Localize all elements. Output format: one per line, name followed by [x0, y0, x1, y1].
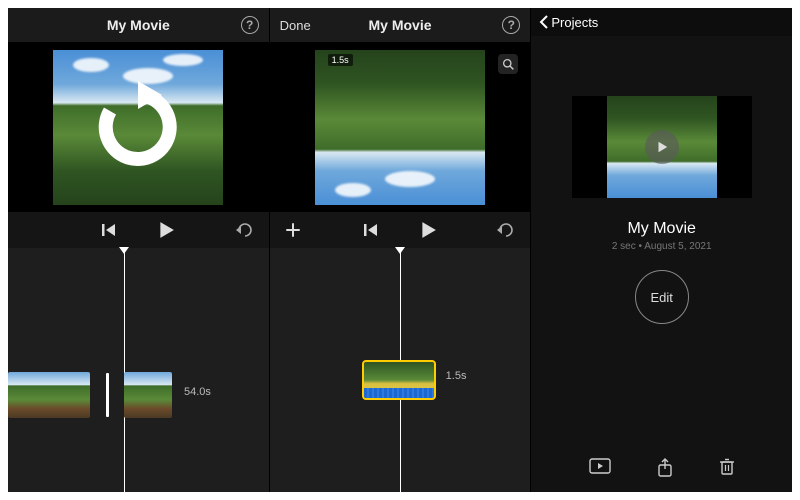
- clip-selected[interactable]: [364, 362, 434, 398]
- undo-icon[interactable]: [235, 222, 255, 238]
- preview-thumbnail: [53, 50, 223, 205]
- project-actions: [531, 458, 792, 478]
- trash-icon[interactable]: [719, 458, 735, 478]
- header: Done My Movie ?: [270, 8, 531, 42]
- preview-area[interactable]: [8, 42, 269, 212]
- done-button[interactable]: Done: [280, 18, 311, 33]
- transport-bar: [8, 212, 269, 248]
- preview-area[interactable]: 1.5s: [270, 42, 531, 212]
- undo-icon[interactable]: [496, 222, 516, 238]
- play-overlay-icon[interactable]: [645, 130, 679, 164]
- preview-duration-badge: 1.5s: [328, 54, 353, 66]
- playhead[interactable]: [124, 248, 125, 492]
- back-label: Projects: [551, 15, 598, 30]
- clip-duration-label: 1.5s: [446, 370, 467, 382]
- timeline[interactable]: 54.0s: [8, 248, 269, 492]
- panel-projects: Projects My Movie 2 sec • August 5, 2021…: [530, 8, 792, 492]
- play-icon[interactable]: [419, 221, 437, 239]
- skip-back-icon[interactable]: [363, 222, 379, 238]
- edit-button[interactable]: Edit: [635, 270, 689, 324]
- share-icon[interactable]: [657, 458, 673, 478]
- transport-bar: [270, 212, 531, 248]
- project-thumbnail[interactable]: [572, 96, 752, 198]
- help-icon[interactable]: ?: [502, 16, 520, 34]
- projects-body: My Movie 2 sec • August 5, 2021 Edit: [531, 36, 792, 492]
- magnifier-icon: [502, 58, 515, 71]
- project-meta: 2 sec • August 5, 2021: [612, 241, 712, 252]
- header: My Movie ?: [8, 8, 269, 42]
- project-title: My Movie: [627, 220, 695, 238]
- app-frame: My Movie ?: [0, 0, 800, 500]
- add-icon[interactable]: [284, 221, 302, 239]
- panel-editor-rotate: My Movie ?: [8, 8, 269, 492]
- rotate-icon[interactable]: [88, 77, 188, 177]
- edit-label: Edit: [650, 290, 672, 305]
- title: My Movie: [369, 17, 432, 33]
- clip-right[interactable]: [124, 372, 172, 418]
- projects-back[interactable]: Projects: [531, 8, 792, 36]
- split-marker[interactable]: [106, 373, 109, 417]
- title: My Movie: [107, 17, 170, 33]
- panel-editor-flipped: Done My Movie ? 1.5s: [269, 8, 531, 492]
- play-outline-icon[interactable]: [589, 458, 611, 478]
- timeline[interactable]: 1.5s: [270, 248, 531, 492]
- clip-duration-label: 54.0s: [184, 386, 211, 398]
- skip-back-icon[interactable]: [101, 222, 117, 238]
- clip-left[interactable]: [8, 372, 90, 418]
- help-icon[interactable]: ?: [241, 16, 259, 34]
- zoom-button[interactable]: [498, 54, 518, 74]
- preview-thumbnail: [315, 50, 485, 205]
- play-icon[interactable]: [157, 221, 175, 239]
- chevron-left-icon: [539, 15, 549, 29]
